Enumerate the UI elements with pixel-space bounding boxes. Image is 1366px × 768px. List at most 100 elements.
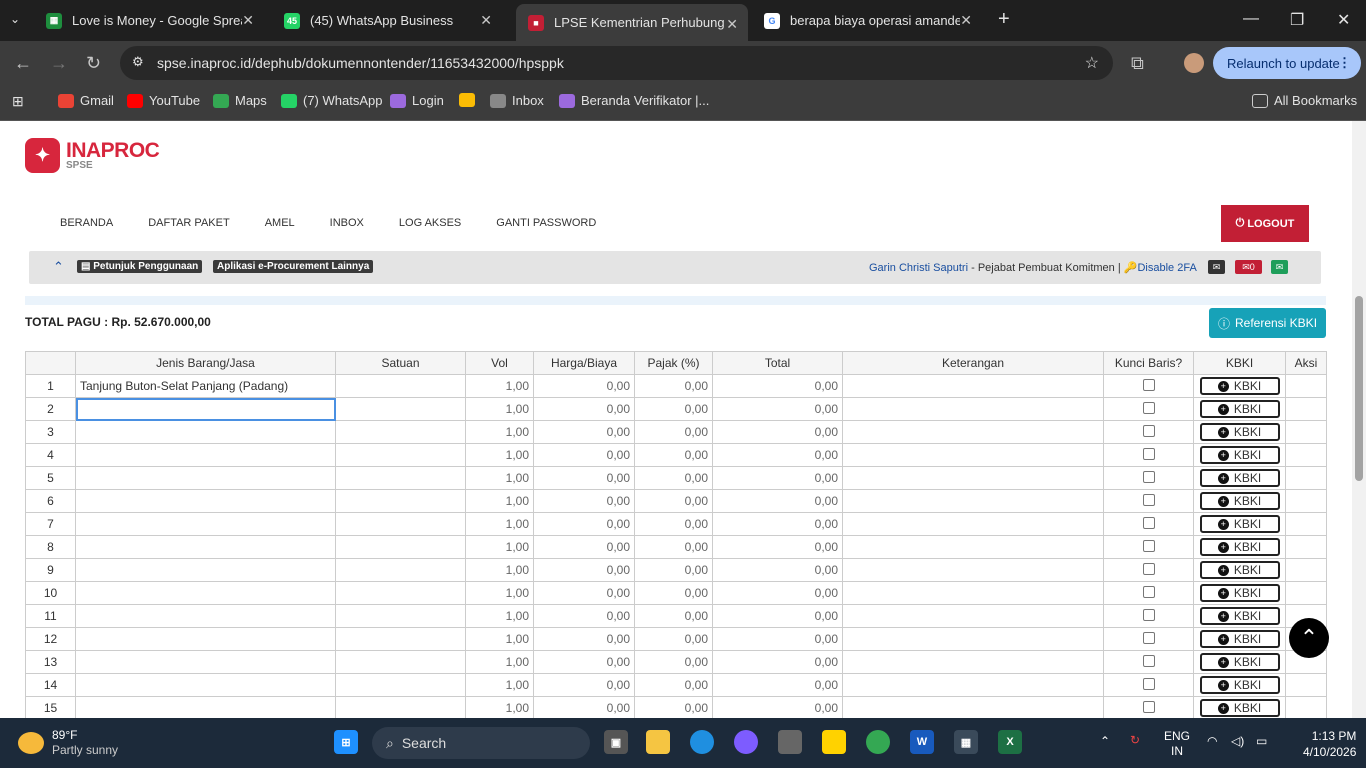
harga-cell[interactable]: 0,00 [533, 374, 635, 398]
excel-icon[interactable]: X [998, 730, 1022, 754]
bookmark-star-icon[interactable]: ☆ [1085, 53, 1099, 73]
browser-tab[interactable]: Gberapa biaya operasi amandel ✕ [752, 0, 982, 41]
pajak-cell[interactable]: 0,00 [634, 696, 713, 718]
pajak-cell[interactable]: 0,00 [634, 443, 713, 467]
kunci-checkbox[interactable] [1142, 539, 1155, 552]
kunci-checkbox[interactable] [1142, 424, 1155, 437]
taskbar-search[interactable]: ⌕ Search [372, 727, 590, 759]
vol-cell[interactable]: 1,00 [465, 650, 534, 674]
keterangan-cell[interactable] [842, 420, 1104, 444]
browser-tab[interactable]: ■ LPSE Kementrian Perhubungan ✕ [516, 4, 748, 41]
kbki-button[interactable]: + KBKI [1199, 469, 1280, 487]
harga-cell[interactable]: 0,00 [533, 443, 635, 467]
bookmark-item[interactable]: Login [390, 93, 444, 108]
kbki-button[interactable]: + KBKI [1199, 538, 1280, 556]
satuan-cell[interactable] [335, 420, 466, 444]
clock[interactable]: 1:13 PM 4/10/2026 [1303, 728, 1356, 760]
kunci-checkbox[interactable] [1142, 401, 1155, 414]
jenis-cell[interactable] [75, 420, 336, 444]
kunci-checkbox[interactable] [1142, 585, 1155, 598]
scroll-to-top-button[interactable]: ⌃ [1289, 618, 1329, 658]
jenis-cell[interactable] [75, 443, 336, 467]
vol-cell[interactable]: 1,00 [465, 374, 534, 398]
jenis-cell[interactable] [75, 604, 336, 628]
kunci-checkbox[interactable] [1142, 654, 1155, 667]
jenis-cell[interactable] [75, 581, 336, 605]
vol-cell[interactable]: 1,00 [465, 512, 534, 536]
camera-icon[interactable] [778, 730, 802, 754]
kbki-button[interactable]: + KBKI [1199, 423, 1280, 441]
pajak-cell[interactable]: 0,00 [634, 489, 713, 513]
edge-icon[interactable] [690, 730, 714, 754]
harga-cell[interactable]: 0,00 [533, 696, 635, 718]
vol-cell[interactable]: 1,00 [465, 581, 534, 605]
satuan-cell[interactable] [335, 397, 466, 421]
pajak-cell[interactable]: 0,00 [634, 397, 713, 421]
vol-cell[interactable]: 1,00 [465, 443, 534, 467]
copilot-icon[interactable] [734, 730, 758, 754]
keterangan-cell[interactable] [842, 535, 1104, 559]
maximize-icon[interactable]: ❐ [1290, 10, 1304, 30]
kbki-button[interactable]: + KBKI [1199, 377, 1280, 395]
vol-cell[interactable]: 1,00 [465, 535, 534, 559]
harga-cell[interactable]: 0,00 [533, 466, 635, 490]
browser-tab[interactable]: ▦ Love is Money - Google Spread ✕ [34, 0, 264, 41]
kunci-checkbox[interactable] [1142, 378, 1155, 391]
tab-close-icon[interactable]: ✕ [480, 12, 492, 29]
disable-2fa-link[interactable]: Disable 2FA [1137, 262, 1196, 274]
pajak-cell[interactable]: 0,00 [634, 535, 713, 559]
tab-search-icon[interactable]: ⌄ [10, 12, 20, 26]
kbki-button[interactable]: + KBKI [1199, 699, 1280, 717]
nav-log-akses[interactable]: LOG AKSES [399, 217, 461, 229]
mail-icon[interactable]: ✉ [1208, 260, 1225, 274]
vol-cell[interactable]: 1,00 [465, 604, 534, 628]
scrollbar-thumb[interactable] [1355, 296, 1363, 481]
task-view-icon[interactable]: ▣ [604, 730, 628, 754]
weather-widget[interactable]: 89°F Partly sunny [18, 728, 118, 758]
kunci-checkbox[interactable] [1142, 470, 1155, 483]
kunci-checkbox[interactable] [1142, 562, 1155, 575]
kbki-button[interactable]: + KBKI [1199, 676, 1280, 694]
inaproc-logo[interactable]: ✦ INAPROC SPSE [25, 138, 160, 173]
calculator-icon[interactable]: ▦ [954, 730, 978, 754]
satuan-cell[interactable] [335, 604, 466, 628]
jenis-cell[interactable] [75, 489, 336, 513]
keterangan-cell[interactable] [842, 443, 1104, 467]
harga-cell[interactable]: 0,00 [533, 397, 635, 421]
wifi-icon[interactable]: ◠ [1207, 734, 1217, 748]
vol-cell[interactable]: 1,00 [465, 696, 534, 718]
jenis-cell[interactable] [75, 696, 336, 718]
vol-cell[interactable]: 1,00 [465, 558, 534, 582]
guide-button[interactable]: ▤ Petunjuk Penggunaan [77, 260, 203, 273]
harga-cell[interactable]: 0,00 [533, 604, 635, 628]
keterangan-cell[interactable] [842, 604, 1104, 628]
inbox-count-badge[interactable]: ✉ 0 [1235, 260, 1262, 274]
nav-ganti-password[interactable]: GANTI PASSWORD [496, 217, 596, 229]
kbki-button[interactable]: + KBKI [1199, 630, 1280, 648]
kunci-checkbox[interactable] [1142, 631, 1155, 644]
address-bar[interactable]: ⚙ spse.inaproc.id/dephub/dokumennontende… [120, 46, 1113, 80]
pajak-cell[interactable]: 0,00 [634, 558, 713, 582]
tab-close-icon[interactable]: ✕ [960, 12, 972, 29]
kunci-checkbox[interactable] [1142, 516, 1155, 529]
referensi-kbki-button[interactable]: ⓘ Referensi KBKI [1209, 308, 1326, 338]
satuan-cell[interactable] [335, 581, 466, 605]
pajak-cell[interactable]: 0,00 [634, 627, 713, 651]
page-scrollbar[interactable] [1352, 121, 1366, 718]
bookmark-item[interactable]: (7) WhatsApp [281, 93, 382, 108]
kunci-checkbox[interactable] [1142, 700, 1155, 713]
satuan-cell[interactable] [335, 558, 466, 582]
back-icon[interactable]: ← [14, 53, 32, 74]
keterangan-cell[interactable] [842, 581, 1104, 605]
start-icon[interactable]: ⊞ [334, 730, 358, 754]
update-icon[interactable]: ↻ [1130, 733, 1140, 747]
nav-amel[interactable]: AMEL [265, 217, 295, 229]
jenis-cell[interactable] [75, 673, 336, 697]
harga-cell[interactable]: 0,00 [533, 558, 635, 582]
jenis-cell[interactable] [75, 650, 336, 674]
browser-tab[interactable]: 45 (45) WhatsApp Business ✕ [272, 0, 502, 41]
keterangan-cell[interactable] [842, 650, 1104, 674]
jenis-cell[interactable] [75, 558, 336, 582]
kbki-button[interactable]: + KBKI [1199, 400, 1280, 418]
bookmark-item[interactable]: YouTube [127, 93, 200, 108]
